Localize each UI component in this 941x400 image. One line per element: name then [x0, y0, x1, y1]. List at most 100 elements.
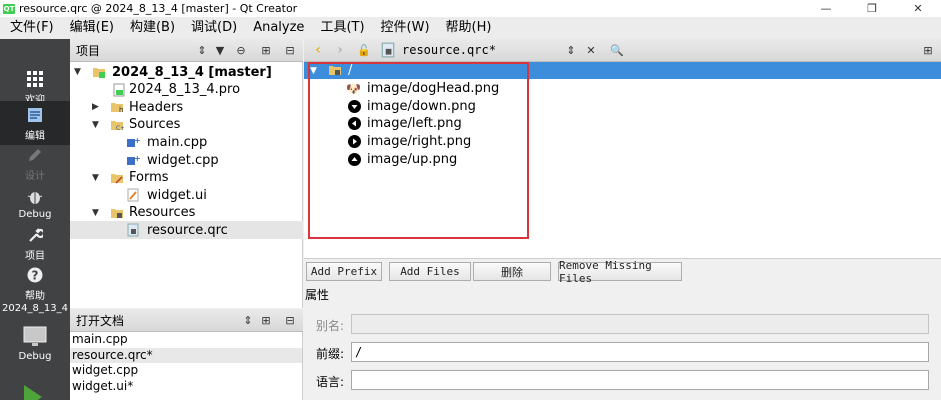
tree-item-pro-file[interactable]: 2024_8_13_4.pro — [70, 81, 303, 99]
close-panel-icon[interactable]: ⊟ — [282, 312, 298, 328]
mode-design[interactable]: 设计 — [0, 141, 70, 185]
tree-item-main-cpp[interactable]: + main.cpp — [70, 133, 303, 151]
language-label: 语言: — [316, 375, 345, 389]
svg-text:h: h — [119, 106, 123, 114]
menu-build[interactable]: 构建(B) — [120, 17, 181, 39]
tree-item-headers[interactable]: ▶ h Headers — [70, 98, 303, 116]
open-doc-item[interactable]: resource.qrc* — [70, 347, 302, 363]
mode-debug[interactable]: Debug — [0, 181, 70, 225]
back-arrow-icon[interactable]: ‹ — [310, 42, 326, 58]
resource-prefix-row[interactable]: ▼ / — [304, 62, 941, 79]
project-folder-icon — [93, 68, 105, 78]
alias-input[interactable] — [351, 314, 929, 334]
tree-item-project-root[interactable]: ▼ 2024_8_13_4 [master] — [70, 63, 303, 81]
qt-creator-logo-icon: QT — [3, 3, 15, 14]
open-documents-list: main.cpp resource.qrc* widget.cpp widget… — [70, 332, 303, 400]
menu-edit[interactable]: 编辑(E) — [60, 17, 120, 39]
tree-item-resources[interactable]: ▼ Resources — [70, 204, 303, 222]
prefix-label: 前缀: — [316, 347, 345, 361]
tree-item-resource-qrc[interactable]: resource.qrc — [70, 221, 303, 240]
combo-updown-icon[interactable]: ⇕ — [563, 42, 579, 58]
chevron-down-icon[interactable]: ▼ — [92, 173, 99, 183]
qt-pro-file-icon — [113, 83, 125, 97]
open-doc-item[interactable]: widget.ui* — [70, 379, 302, 395]
chevron-down-icon[interactable]: ▼ — [74, 67, 81, 77]
svg-text:C+: C+ — [116, 125, 124, 132]
split-icon[interactable]: ⊞ — [258, 42, 274, 58]
mode-edit[interactable]: 编辑 — [0, 101, 70, 145]
menu-analyze[interactable]: Analyze — [243, 17, 310, 39]
mode-projects[interactable]: 项目 — [0, 221, 70, 265]
prefix-input[interactable]: / — [351, 342, 929, 362]
sources-folder-icon: C+ — [111, 120, 124, 132]
forward-arrow-icon[interactable]: › — [332, 42, 348, 58]
split-icon[interactable]: ⊞ — [258, 312, 274, 328]
resource-file-row[interactable]: image/down.png — [304, 98, 941, 116]
add-files-button[interactable]: Add Files — [389, 262, 471, 281]
sort-updown-icon[interactable]: ⇕ — [240, 312, 256, 328]
resource-tree: ▼ / 🐶 image/dogHead.png image/down.png i… — [304, 62, 941, 258]
menu-bar: 文件(F) 编辑(E) 构建(B) 调试(D) Analyze 工具(T) 控件… — [0, 17, 941, 39]
split-editor-icon[interactable]: ⊞ — [920, 42, 936, 58]
title-bar: QT resource.qrc @ 2024_8_13_4 [master] -… — [0, 0, 941, 17]
monitor-icon — [22, 325, 48, 349]
lock-icon: 🔓 — [357, 43, 371, 57]
close-document-icon[interactable]: ✕ — [583, 42, 599, 58]
close-button[interactable]: ✕ — [895, 0, 941, 17]
headers-folder-icon: h — [111, 103, 123, 114]
forms-folder-icon — [111, 173, 123, 184]
chevron-down-icon[interactable]: ▼ — [92, 208, 99, 218]
tree-item-widget-cpp[interactable]: + widget.cpp — [70, 151, 303, 169]
pencil-icon — [25, 145, 45, 165]
bug-icon — [25, 187, 45, 207]
editor-toolbar: ‹ › 🔓 resource.qrc* ⇕ ✕ 🔍 ⊞ — [304, 39, 941, 62]
menu-debug[interactable]: 调试(D) — [181, 17, 243, 39]
qrc-file-icon — [127, 223, 139, 237]
ui-file-icon — [127, 188, 139, 202]
search-document-icon[interactable]: 🔍 — [609, 42, 625, 58]
close-panel-icon[interactable]: ⊟ — [282, 42, 298, 58]
remove-button[interactable]: 删除 — [473, 262, 551, 281]
open-documents-toolbar: 打开文档 ⇕ ⊞ ⊟ — [70, 309, 303, 332]
tree-item-forms[interactable]: ▼ Forms — [70, 169, 303, 187]
tree-item-sources[interactable]: ▼ C+ Sources — [70, 116, 303, 134]
resource-file-row[interactable]: image/left.png — [304, 115, 941, 133]
menu-help[interactable]: 帮助(H) — [436, 17, 498, 39]
resource-file-row[interactable]: image/up.png — [304, 150, 941, 168]
cpp-file-icon: + — [127, 154, 140, 165]
help-icon: ? — [25, 265, 45, 285]
resource-file-row[interactable]: 🐶 image/dogHead.png — [304, 80, 941, 98]
doghead-image-icon: 🐶 — [346, 81, 361, 96]
chevron-right-icon[interactable]: ▶ — [92, 102, 99, 112]
chevron-down-icon[interactable]: ▼ — [310, 66, 317, 76]
sort-updown-icon[interactable]: ⇕ — [194, 42, 210, 58]
open-doc-item[interactable]: main.cpp — [70, 332, 302, 348]
maximize-button[interactable]: ❐ — [849, 0, 895, 17]
menu-file[interactable]: 文件(F) — [0, 17, 60, 39]
resource-file-row[interactable]: image/right.png — [304, 133, 941, 151]
chevron-down-icon[interactable]: ▼ — [92, 120, 99, 130]
tree-item-widget-ui[interactable]: widget.ui — [70, 186, 303, 204]
minimize-button[interactable]: — — [803, 0, 849, 17]
open-documents-title: 打开文档 — [76, 313, 125, 328]
open-doc-item[interactable]: widget.cpp — [70, 363, 302, 379]
link-icon[interactable]: ⊖ — [233, 42, 249, 58]
file-combo[interactable]: resource.qrc* — [402, 43, 496, 57]
run-icon[interactable] — [24, 385, 42, 400]
up-arrow-image-icon — [348, 152, 361, 166]
mode-help[interactable]: ? 帮助 — [0, 261, 70, 305]
target-project-name: 2024_8_13_4 — [2, 303, 68, 314]
prefix-folder-icon — [329, 66, 341, 75]
language-input[interactable] — [351, 370, 929, 390]
kit-selector[interactable]: Debug — [0, 317, 70, 369]
filter-icon[interactable]: ▼ — [212, 42, 228, 58]
add-prefix-button[interactable]: Add Prefix — [306, 262, 382, 281]
grid-icon — [25, 69, 45, 89]
menu-widgets[interactable]: 控件(W) — [371, 17, 436, 39]
qrc-file-icon — [381, 42, 395, 58]
svg-text:+: + — [134, 136, 140, 145]
properties-title: 属性 — [305, 288, 330, 302]
remove-missing-files-button[interactable]: Remove Missing Files — [558, 259, 682, 285]
menu-tools[interactable]: 工具(T) — [310, 17, 370, 39]
window-title: resource.qrc @ 2024_8_13_4 [master] - Qt… — [19, 2, 298, 15]
